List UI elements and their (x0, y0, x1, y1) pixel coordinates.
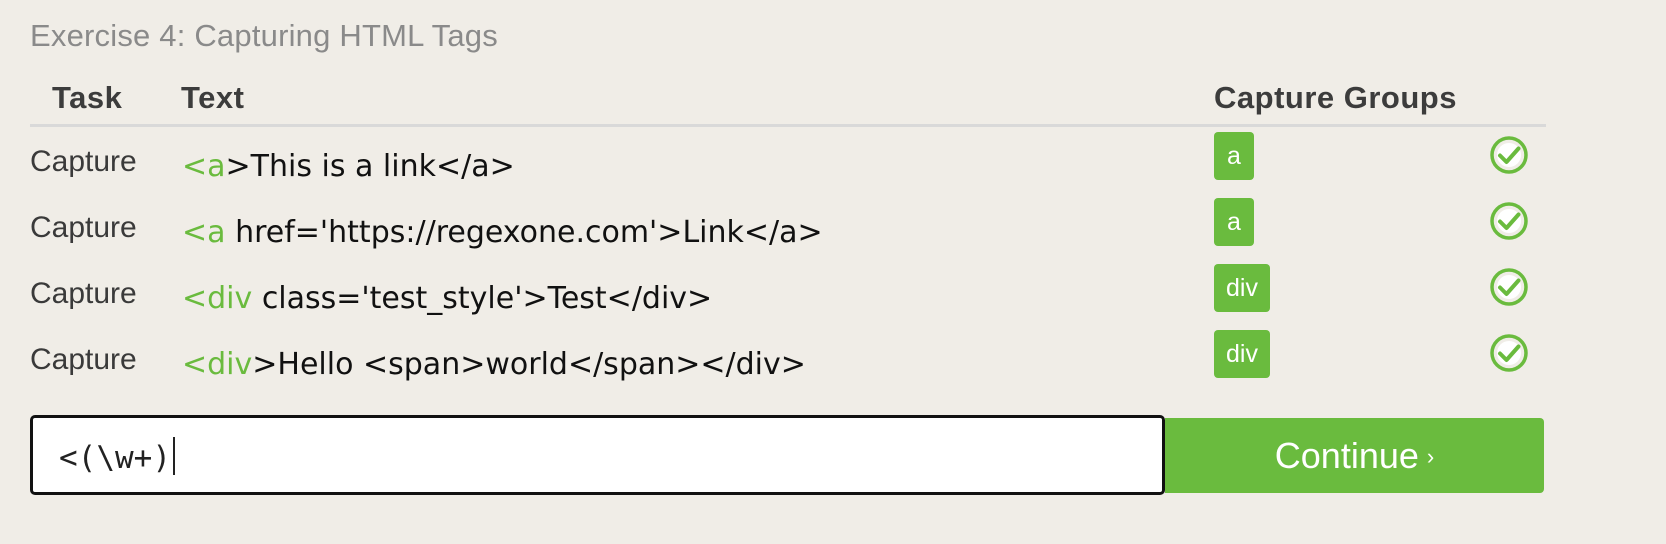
continue-label: Continue (1274, 435, 1419, 476)
matched-prefix: <div (182, 281, 253, 316)
table-row: Capture <a>This is a link</a> a (0, 132, 1666, 211)
column-header-text: Text (181, 80, 245, 115)
task-label: Capture (30, 145, 137, 178)
column-header-task: Task (52, 80, 123, 115)
test-text: <div class='test_style'>Test</div> (182, 281, 712, 316)
check-circle-icon (1490, 202, 1528, 240)
check-circle-icon (1490, 268, 1528, 306)
text-caret (172, 437, 175, 475)
matched-prefix: <div (182, 347, 253, 382)
continue-button[interactable]: Continue › (1165, 418, 1544, 493)
regex-input[interactable]: <(\w+) (30, 415, 1165, 495)
text-remainder: class='test_style'>Test</div> (252, 281, 713, 316)
task-label: Capture (30, 211, 137, 244)
task-label: Capture (30, 277, 137, 310)
table-row: Capture <a href='https://regexone.com'>L… (0, 198, 1666, 277)
capture-group-badge: div (1214, 330, 1270, 378)
text-remainder: >Hello <span>world</span></div> (252, 347, 806, 382)
capture-group-badge: a (1214, 132, 1254, 180)
matched-prefix: <a (182, 149, 226, 184)
capture-group-badge: div (1214, 264, 1270, 312)
regex-text: <(\w+) (59, 440, 171, 476)
regex-input-value[interactable]: <(\w+) (59, 437, 175, 476)
column-header-capture-groups: Capture Groups (1214, 80, 1457, 115)
test-text: <a href='https://regexone.com'>Link</a> (182, 215, 823, 250)
check-circle-icon (1490, 136, 1528, 174)
chevron-right-icon: › (1426, 444, 1435, 469)
exercise-title: Exercise 4: Capturing HTML Tags (30, 18, 498, 53)
table-row: Capture <div>Hello <span>world</span></d… (0, 330, 1666, 409)
task-label: Capture (30, 343, 137, 376)
header-divider (30, 124, 1546, 127)
table-row: Capture <div class='test_style'>Test</di… (0, 264, 1666, 343)
check-circle-icon (1490, 334, 1528, 372)
text-remainder: href='https://regexone.com'>Link</a> (225, 215, 823, 250)
matched-prefix: <a (182, 215, 226, 250)
capture-group-badge: a (1214, 198, 1254, 246)
test-text: <a>This is a link</a> (182, 149, 515, 184)
test-text: <div>Hello <span>world</span></div> (182, 347, 806, 382)
text-remainder: >This is a link</a> (225, 149, 515, 184)
